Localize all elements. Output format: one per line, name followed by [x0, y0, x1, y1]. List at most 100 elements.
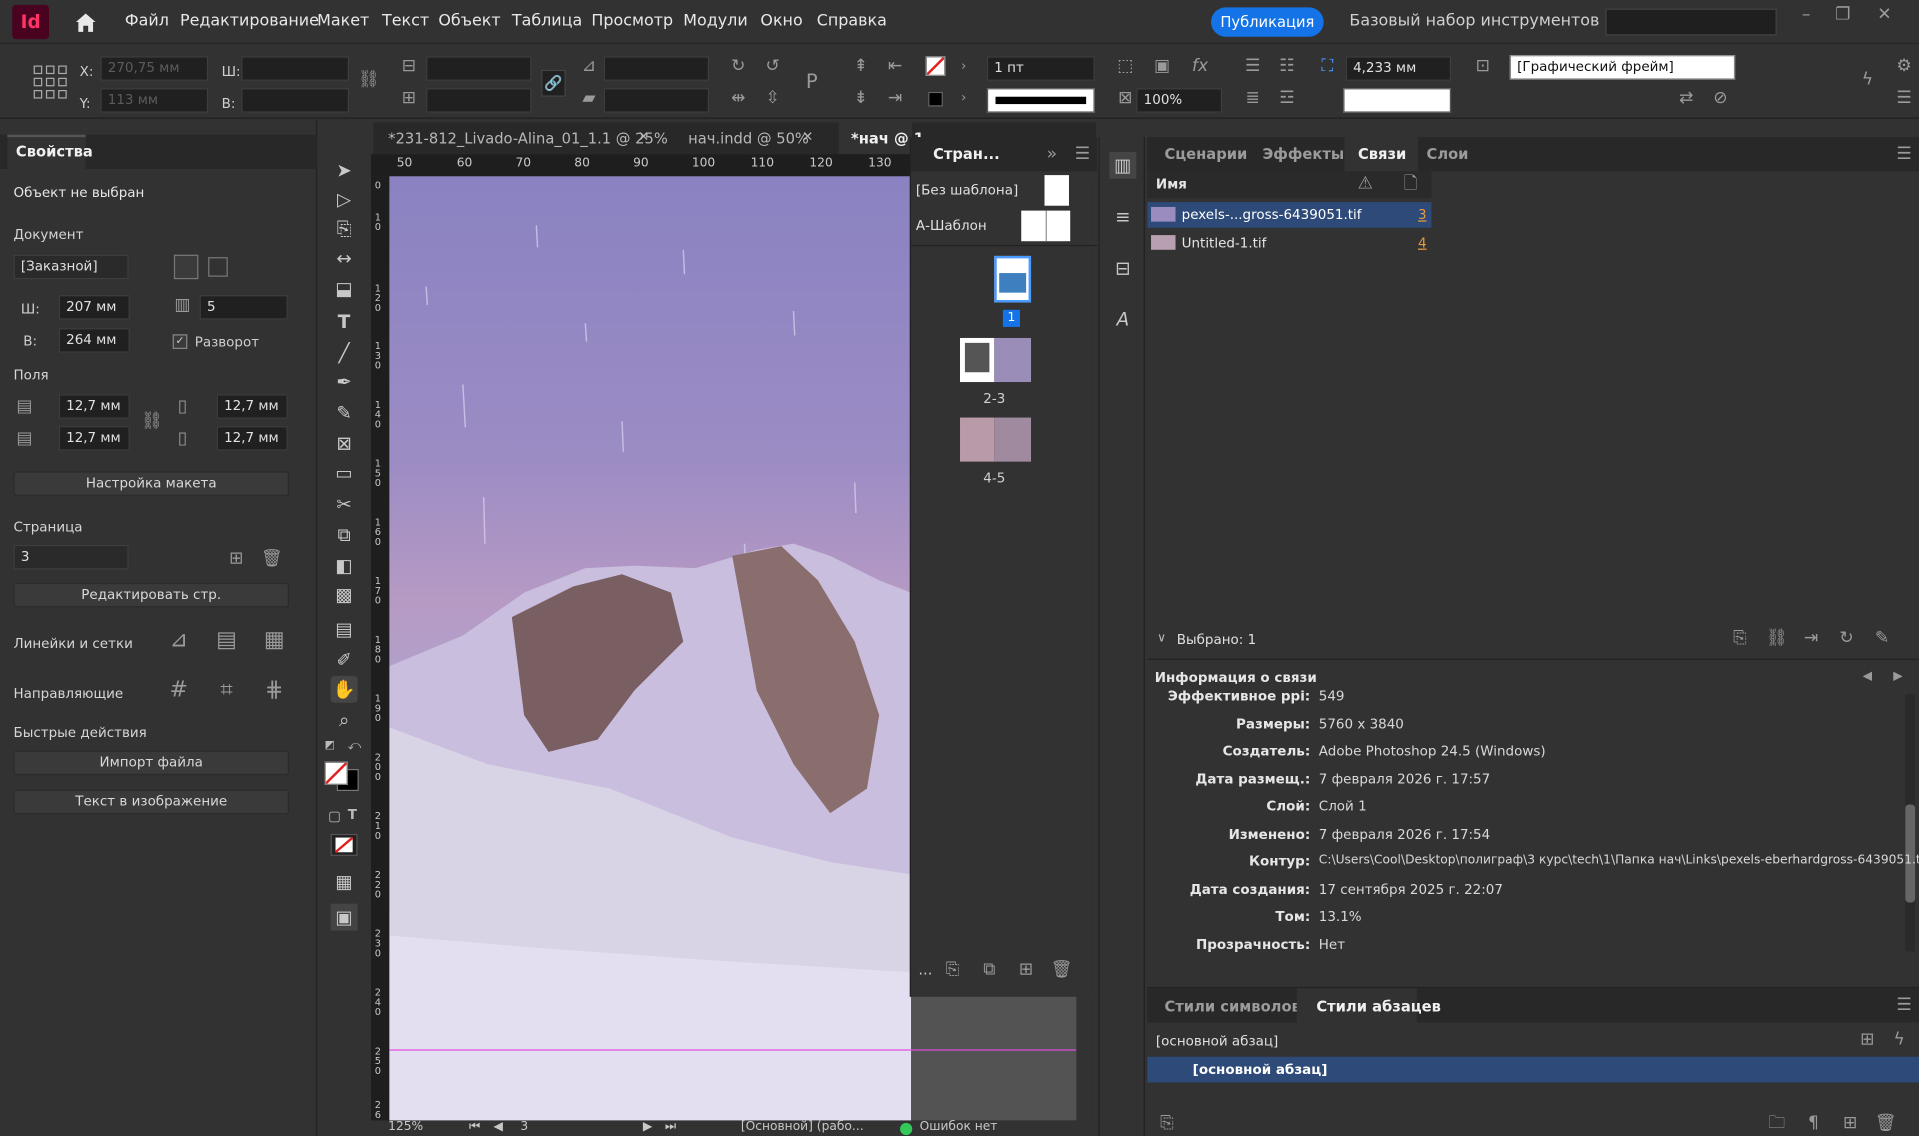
control-menu-icon[interactable]: ☰ — [1893, 88, 1915, 108]
doc-tab-2-close-icon[interactable]: ✕ — [802, 129, 813, 145]
restore-icon[interactable]: ❐ — [1832, 5, 1854, 25]
formatting-container-icon[interactable]: ▢ — [328, 808, 341, 824]
settings-gear-icon[interactable]: ⚙ — [1893, 56, 1915, 76]
menu-layout[interactable]: Макет — [317, 12, 369, 30]
new-page-icon[interactable]: ⊞ — [1016, 960, 1036, 980]
page-4-thumb[interactable] — [960, 417, 995, 462]
canvas-scrollbar[interactable] — [1076, 995, 1096, 1121]
pages-panel-title[interactable]: Стран... — [933, 146, 1000, 163]
menu-window[interactable]: Окно — [760, 12, 802, 30]
select-content-icon[interactable]: ⇟ — [850, 88, 872, 108]
apply-style-icon[interactable]: ⇄ — [1675, 88, 1697, 108]
margin-bottom-field[interactable]: 12,7 мм — [58, 426, 130, 451]
text-p-icon[interactable]: P — [798, 72, 825, 92]
new-master-icon[interactable]: ⧉ — [980, 960, 1000, 980]
show-hidden-links-icon[interactable]: ⎘ — [1730, 628, 1750, 648]
margin-inside-field[interactable]: 12,7 мм — [216, 394, 288, 419]
import-file-button[interactable]: Импорт файла — [13, 750, 289, 776]
delete-style-icon[interactable]: 🗑 — [1875, 1113, 1897, 1133]
styles-menu-icon[interactable]: ☰ — [1896, 996, 1913, 1016]
menu-view[interactable]: Просмотр — [591, 12, 673, 30]
status-warning-icon[interactable]: ⚠ — [1356, 174, 1376, 194]
link-scale-icon[interactable]: 🔗 — [541, 69, 566, 97]
x-field[interactable]: 270,75 мм — [100, 56, 209, 81]
tab-effects[interactable]: Эффекты — [1262, 146, 1344, 163]
distribute-icon[interactable]: ≣ — [1242, 88, 1264, 108]
doc-height-field[interactable]: 264 мм — [58, 328, 130, 353]
gradient-feather-icon[interactable]: ▩ — [331, 582, 358, 609]
collapse-selected-icon[interactable]: ∨ — [1157, 632, 1166, 645]
stroke-type-select[interactable] — [986, 88, 1095, 113]
frame-shadow-icon[interactable]: ▣ — [1151, 56, 1173, 76]
frame-fit-icon[interactable]: ⬚ — [1114, 56, 1136, 76]
pages-more[interactable]: ... — [918, 961, 932, 978]
default-colors-icon[interactable]: ◩ — [324, 740, 339, 752]
fill-swatch-icon[interactable] — [925, 56, 946, 76]
content-collector-icon[interactable]: ⬓ — [331, 276, 358, 303]
preview-mode-icon[interactable]: ▣ — [330, 903, 358, 931]
publish-button[interactable]: Публикация — [1211, 7, 1324, 37]
home-icon[interactable] — [73, 11, 97, 33]
height-field[interactable] — [241, 88, 349, 113]
menu-help[interactable]: Справка — [817, 12, 887, 30]
link-margins-icon[interactable]: ⛓ — [141, 411, 163, 431]
formatting-text-icon[interactable]: T — [348, 807, 357, 823]
note-tool-icon[interactable]: ▤ — [331, 616, 358, 643]
gradient-tool-icon[interactable]: ◧ — [331, 552, 358, 579]
align-left-icon[interactable]: ☰ — [1242, 56, 1264, 76]
new-group-icon[interactable]: 🗀 — [1767, 1113, 1787, 1133]
none-master-label[interactable]: [Без шаблона] — [916, 182, 1018, 198]
tab-paragraph-styles[interactable]: Стили абзацев — [1316, 998, 1441, 1015]
update-link-icon[interactable]: ↻ — [1837, 628, 1857, 648]
show-guides-icon[interactable]: # — [167, 679, 191, 701]
a-master-label[interactable]: А-Шаблон — [916, 218, 987, 234]
doc-tab-2[interactable]: нач.indd @ 50% — [688, 130, 809, 147]
add-page-icon[interactable]: ⊞ — [227, 549, 247, 569]
link-row[interactable]: Untitled-1.tif 4 — [1147, 230, 1431, 256]
tab-properties[interactable]: Свойства — [16, 143, 93, 160]
tab-character-styles[interactable]: Стили символов — [1164, 998, 1300, 1015]
zoom-level[interactable]: 125% — [388, 1120, 423, 1133]
page-1-label[interactable]: 1 — [1002, 309, 1021, 327]
document-grid-icon[interactable]: ▦ — [262, 629, 286, 651]
document-page-image[interactable] — [389, 176, 912, 1121]
direct-selection-tool-icon[interactable]: ▷ — [331, 186, 358, 213]
effects-fx-icon[interactable]: fx — [1188, 56, 1212, 76]
free-transform-tool-icon[interactable]: ⧉ — [331, 522, 358, 549]
rotate-ccw-icon[interactable]: ↺ — [762, 56, 784, 76]
prev-link-icon[interactable]: ◀ — [1859, 667, 1876, 687]
spread-2-3-label[interactable]: 2-3 — [983, 391, 1005, 407]
line-tool-icon[interactable]: ╱ — [331, 339, 358, 366]
doc-tab-1[interactable]: *231-812_Livado-Alina_01_1.1 @ 25% — [388, 130, 668, 147]
eyedropper-tool-icon[interactable]: ✐ — [331, 647, 358, 674]
rotate-field[interactable] — [603, 56, 709, 81]
select-next-icon[interactable]: ⇥ — [884, 88, 906, 108]
page-column-icon[interactable]: 🗋 — [1398, 174, 1422, 194]
new-style-from-selection-icon[interactable]: ⊞ — [1855, 1030, 1879, 1050]
page-3-thumb[interactable] — [994, 337, 1032, 383]
margin-outside-field[interactable]: 12,7 мм — [216, 426, 288, 451]
next-page-icon[interactable]: ▶ — [643, 1120, 652, 1133]
spread-4-5-label[interactable]: 4-5 — [983, 470, 1005, 486]
edit-page-button[interactable]: Редактировать стр. — [13, 582, 289, 608]
links-dock-icon[interactable]: ⊟ — [1109, 255, 1136, 282]
page-2-thumb[interactable] — [960, 337, 995, 383]
pen-tool-icon[interactable]: ✒ — [331, 369, 358, 396]
scale-x-field[interactable] — [426, 56, 532, 81]
quick-apply-style-icon[interactable]: ϟ — [1889, 1030, 1909, 1050]
tab-layers[interactable]: Слои — [1427, 146, 1469, 163]
edit-page-size-icon[interactable]: ⎘ — [943, 960, 963, 980]
clear-overrides-icon[interactable]: ⊘ — [1709, 88, 1731, 108]
frame-fitting-icon[interactable]: ⊡ — [1472, 56, 1494, 76]
stroke-swatch-icon[interactable] — [928, 91, 943, 107]
constrain-proportions-icon[interactable]: ⛓ — [358, 70, 380, 90]
select-container-icon[interactable]: ⇞ — [850, 56, 872, 76]
facing-pages-checkbox[interactable]: ✓ — [172, 334, 188, 349]
baseline-grid-icon[interactable]: ▤ — [214, 629, 238, 651]
gap-tool-icon[interactable]: ↔ — [331, 245, 358, 272]
reference-point-icon[interactable] — [33, 65, 67, 99]
minimize-icon[interactable]: – — [1795, 5, 1817, 25]
page-number-field[interactable]: 3 — [520, 1120, 528, 1133]
fill-color-icon[interactable] — [324, 761, 348, 785]
first-page-icon[interactable]: ⏮ — [469, 1120, 480, 1133]
